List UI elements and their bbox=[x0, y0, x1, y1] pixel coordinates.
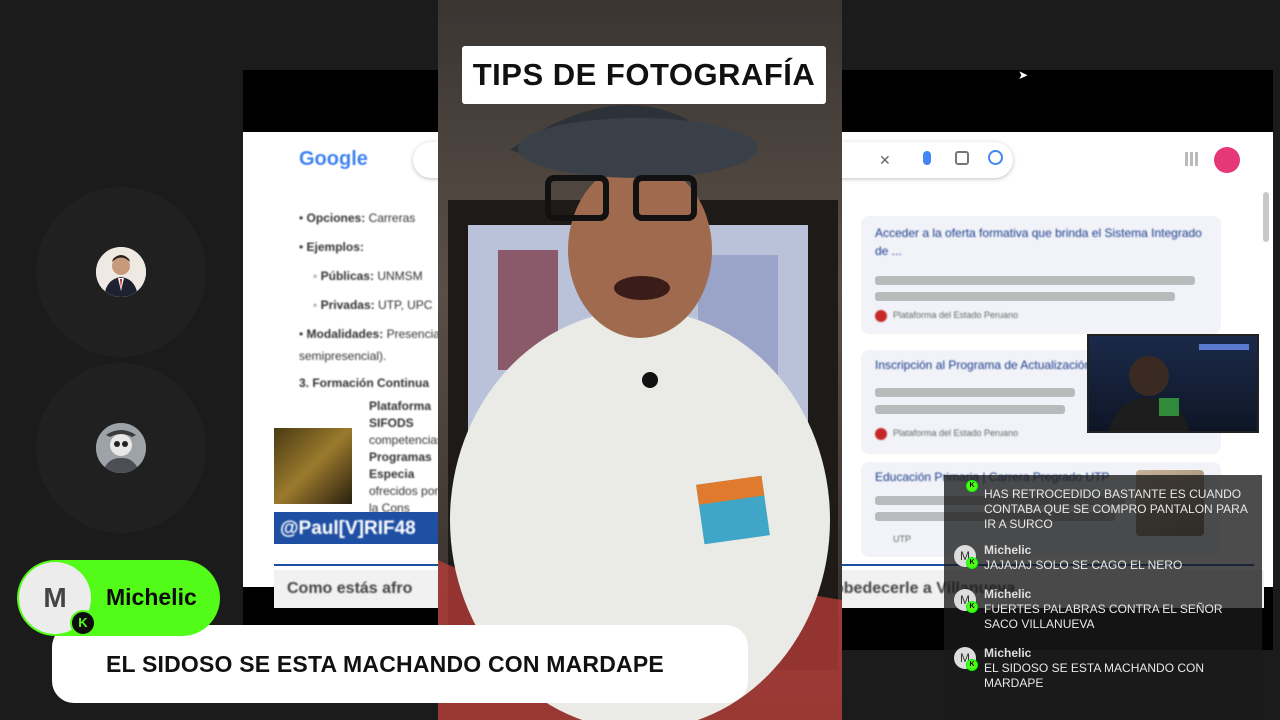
list-item: ◦ Públicas: UNMSM bbox=[313, 269, 423, 283]
google-logo: Google bbox=[299, 148, 368, 170]
participant-avatar bbox=[96, 423, 146, 473]
clear-icon[interactable]: ✕ bbox=[879, 152, 891, 169]
kick-badge-icon: K bbox=[966, 557, 978, 569]
account-avatar[interactable] bbox=[1214, 147, 1240, 173]
video-overlay: TIPS DE FOTOGRAFÍA bbox=[438, 0, 842, 720]
kick-badge-icon: K bbox=[966, 659, 978, 671]
featured-message-text: EL SIDOSO SE ESTA MACHANDO CON MARDAPE bbox=[106, 651, 664, 677]
scrollbar[interactable] bbox=[1263, 192, 1269, 242]
webcam-thumbnail bbox=[274, 428, 352, 504]
search-icon[interactable] bbox=[988, 150, 1003, 165]
chat-overlay: K HAS RETROCEDIDO BASTANTE ES CUANDO CON… bbox=[944, 475, 1262, 720]
username-tag: @Paul[V]RIF48 bbox=[274, 512, 444, 544]
kick-badge-icon: K bbox=[966, 601, 978, 613]
chat-message: HAS RETROCEDIDO BASTANTE ES CUANDO CONTA… bbox=[984, 487, 1248, 531]
microphone-icon[interactable] bbox=[923, 151, 931, 165]
chat-message: Michelic FUERTES PALABRAS CONTRA EL SEÑO… bbox=[984, 587, 1223, 631]
chat-message: Michelic JAJAJAJ SOLO SE CAGO EL NERO bbox=[984, 543, 1183, 572]
list-item: • Opciones: Carreras bbox=[299, 211, 416, 225]
participant-tile-1[interactable] bbox=[36, 187, 206, 357]
lens-icon[interactable] bbox=[955, 151, 969, 165]
chat-message: Michelic EL SIDOSO SE ESTA MACHANDO CON … bbox=[984, 646, 1205, 690]
mouse-cursor-icon: ➤ bbox=[1018, 70, 1029, 82]
list-item: ◦ Privadas: UTP, UPC bbox=[313, 298, 433, 312]
participant-tile-2[interactable] bbox=[36, 363, 206, 533]
apps-grid-icon[interactable] bbox=[1185, 152, 1199, 166]
kick-badge-icon: K bbox=[966, 480, 978, 492]
list-item: Plataforma SIFODS bbox=[369, 399, 432, 430]
list-item: semipresencial). bbox=[299, 349, 387, 363]
kick-badge-icon: K bbox=[70, 610, 96, 636]
list-item: • Modalidades: Presencial bbox=[299, 327, 443, 341]
list-heading: 3. Formación Continua bbox=[299, 376, 430, 390]
video-caption: TIPS DE FOTOGRAFÍA bbox=[462, 46, 826, 104]
streamer-webcam bbox=[1087, 334, 1259, 433]
featured-username: Michelic bbox=[106, 584, 197, 610]
participant-avatar bbox=[96, 247, 146, 297]
list-item: • Ejemplos: bbox=[299, 240, 364, 254]
search-result-card[interactable]: Acceder a la oferta formativa que brinda… bbox=[861, 216, 1221, 334]
